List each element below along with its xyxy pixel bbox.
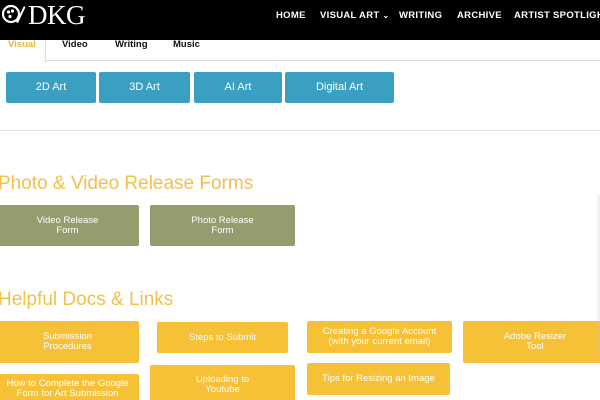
tab-visual-label: Visual	[8, 39, 36, 50]
tab-video-label: Video	[62, 39, 88, 50]
edge-shadow	[596, 195, 600, 355]
tips-resizing-button[interactable]: Tips for Resizing an Image	[307, 363, 450, 395]
photo-release-form-label: Photo Release Form	[191, 214, 254, 236]
uploading-youtube-label: Uploading to Youtube	[195, 374, 250, 395]
tips-resizing-label: Tips for Resizing an Image	[322, 373, 435, 384]
adobe-resizer-button[interactable]: Adobe Resizer Tool	[463, 321, 600, 363]
steps-to-submit-button[interactable]: Steps to Submit	[157, 322, 288, 353]
tab-music-label: Music	[173, 39, 200, 50]
section-divider	[0, 130, 600, 131]
3d-art-button[interactable]: 3D Art	[99, 72, 190, 103]
steps-to-submit-label: Steps to Submit	[188, 331, 257, 343]
ai-art-button[interactable]: AI Art	[194, 72, 282, 103]
tab-writing-label: Writing	[115, 39, 148, 50]
adobe-resizer-label: Adobe Resizer Tool	[503, 331, 567, 352]
video-release-form-button[interactable]: Video Release Form	[0, 205, 139, 246]
chevron-down-icon: ⌄	[382, 11, 390, 20]
nav-visual-art[interactable]: VISUAL ART ⌄	[320, 10, 390, 21]
google-account-label: Creating a Google Account (with your cur…	[322, 326, 437, 347]
helpful-docs-heading: Helpful Docs & Links	[0, 289, 174, 310]
nav-writing[interactable]: WRITING	[399, 10, 442, 21]
digital-art-button[interactable]: Digital Art	[285, 72, 394, 103]
tab-visual[interactable]: Visual	[0, 40, 46, 62]
nav-home[interactable]: HOME	[276, 10, 306, 21]
submission-procedures-label: Submission Procedures	[42, 331, 93, 352]
complete-google-form-button[interactable]: How to Complete the Google Form for Art …	[0, 374, 139, 400]
uploading-youtube-button[interactable]: Uploading to Youtube	[150, 365, 295, 400]
2d-art-button[interactable]: 2D Art	[6, 72, 96, 103]
photo-release-form-button[interactable]: Photo Release Form	[150, 205, 295, 246]
google-account-button[interactable]: Creating a Google Account (with your cur…	[307, 321, 452, 353]
submission-procedures-button[interactable]: Submission Procedures	[0, 321, 139, 363]
release-forms-heading: Photo & Video Release Forms	[0, 173, 254, 194]
dkg-emblem-icon	[2, 4, 26, 24]
nav-archive[interactable]: ARCHIVE	[457, 10, 502, 21]
video-release-form-label: Video Release Form	[36, 214, 99, 236]
top-navigation-bar: DKG HOME VISUAL ART ⌄ WRITING ARCHIVE ART…	[0, 0, 600, 40]
nav-artist-spotlight[interactable]: ARTIST SPOTLIGHT	[514, 10, 600, 21]
media-tabs: Visual Video Writing Music	[0, 39, 600, 62]
complete-google-form-label: How to Complete the Google Form for Art …	[6, 378, 129, 399]
nav-visual-art-label: VISUAL ART	[320, 10, 380, 21]
logo-text: DKG	[28, 0, 86, 30]
